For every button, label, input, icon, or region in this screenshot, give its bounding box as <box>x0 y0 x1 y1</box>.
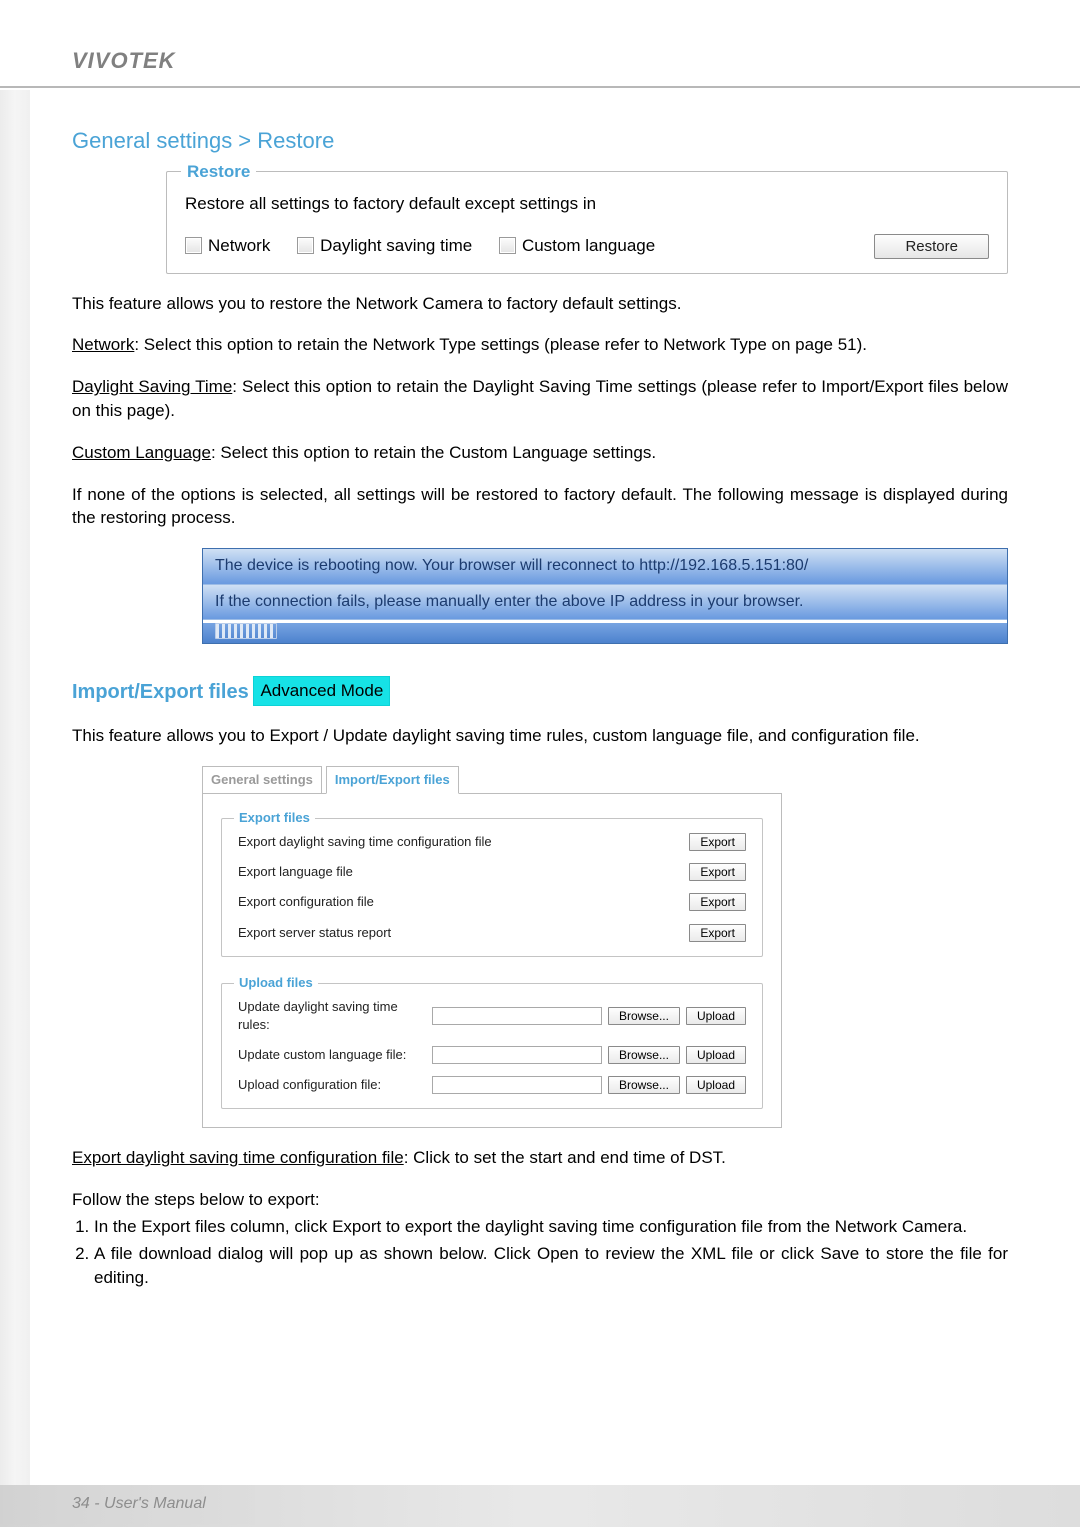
ie-ui: General settings Import/Export files Exp… <box>202 766 782 1129</box>
lang-paragraph: Custom Language: Select this option to r… <box>72 441 1008 465</box>
tab-import-export[interactable]: Import/Export files <box>326 766 459 794</box>
steps-list: In the Export files column, click Export… <box>72 1215 1008 1289</box>
checkbox-lang[interactable]: Custom language <box>499 234 655 258</box>
restore-button[interactable]: Restore <box>874 234 989 259</box>
export-dst-label: Export daylight saving time configuratio… <box>238 833 683 851</box>
advanced-mode-badge: Advanced Mode <box>253 676 390 706</box>
export-lang-button[interactable]: Export <box>689 863 746 881</box>
checkbox-network-label: Network <box>208 236 270 255</box>
upload-config-label: Upload configuration file: <box>238 1076 426 1094</box>
section-heading: General settings > Restore <box>72 126 1008 157</box>
dst-paragraph: Daylight Saving Time: Select this option… <box>72 375 1008 423</box>
reboot-message: The device is rebooting now. Your browse… <box>202 548 1008 644</box>
export-lang-label: Export language file <box>238 863 683 881</box>
network-paragraph: Network: Select this option to retain th… <box>72 333 1008 357</box>
reboot-progress-icon <box>215 623 277 639</box>
export-legend: Export files <box>234 809 315 827</box>
checkbox-icon <box>185 237 202 254</box>
dst-key: Daylight Saving Time <box>72 377 232 396</box>
export-dst-help-key: Export daylight saving time configuratio… <box>72 1148 404 1167</box>
export-dst-help-rest: : Click to set the start and end time of… <box>404 1148 726 1167</box>
upload-config-browse-button[interactable]: Browse... <box>608 1076 680 1094</box>
restore-legend: Restore <box>181 160 256 184</box>
left-gutter <box>0 90 30 1527</box>
reboot-progress <box>203 623 1007 643</box>
upload-dst-browse-button[interactable]: Browse... <box>608 1007 680 1025</box>
none-paragraph: If none of the options is selected, all … <box>72 483 1008 531</box>
footer-text: 34 - User's Manual <box>0 1485 1080 1523</box>
tab-general[interactable]: General settings <box>202 766 322 794</box>
upload-config-input[interactable] <box>432 1076 602 1094</box>
step-1: In the Export files column, click Export… <box>94 1215 1008 1239</box>
ie-description: This feature allows you to Export / Upda… <box>72 724 1008 748</box>
upload-dst-input[interactable] <box>432 1007 602 1025</box>
export-config-label: Export configuration file <box>238 893 683 911</box>
checkbox-lang-label: Custom language <box>522 236 655 255</box>
upload-dst-label: Update daylight saving time rules: <box>238 998 426 1034</box>
header-divider <box>0 86 1080 88</box>
lang-key: Custom Language <box>72 443 211 462</box>
upload-panel: Upload files Update daylight saving time… <box>221 983 763 1110</box>
checkbox-icon <box>297 237 314 254</box>
checkbox-dst[interactable]: Daylight saving time <box>297 234 472 258</box>
upload-config-upload-button[interactable]: Upload <box>686 1076 746 1094</box>
step-2: A file download dialog will pop up as sh… <box>94 1242 1008 1290</box>
upload-lang-upload-button[interactable]: Upload <box>686 1046 746 1064</box>
checkbox-dst-label: Daylight saving time <box>320 236 472 255</box>
ie-title: Import/Export files <box>72 681 249 703</box>
follow-steps: Follow the steps below to export: <box>72 1188 1008 1212</box>
network-key: Network <box>72 335 134 354</box>
checkbox-network[interactable]: Network <box>185 234 270 258</box>
network-rest: : Select this option to retain the Netwo… <box>134 335 867 354</box>
upload-lang-browse-button[interactable]: Browse... <box>608 1046 680 1064</box>
intro-paragraph: This feature allows you to restore the N… <box>72 292 1008 316</box>
upload-lang-label: Update custom language file: <box>238 1046 426 1064</box>
footer-bar: 34 - User's Manual <box>0 1485 1080 1527</box>
export-config-button[interactable]: Export <box>689 893 746 911</box>
upload-lang-input[interactable] <box>432 1046 602 1064</box>
reboot-line-2: If the connection fails, please manually… <box>203 585 1007 620</box>
export-status-label: Export server status report <box>238 924 683 942</box>
checkbox-icon <box>499 237 516 254</box>
restore-panel: Restore Restore all settings to factory … <box>166 171 1008 274</box>
upload-dst-upload-button[interactable]: Upload <box>686 1007 746 1025</box>
export-dst-help: Export daylight saving time configuratio… <box>72 1146 1008 1170</box>
upload-legend: Upload files <box>234 974 318 992</box>
lang-rest: : Select this option to retain the Custo… <box>211 443 656 462</box>
export-status-button[interactable]: Export <box>689 924 746 942</box>
restore-instructions: Restore all settings to factory default … <box>185 192 989 216</box>
export-dst-button[interactable]: Export <box>689 833 746 851</box>
reboot-line-1: The device is rebooting now. Your browse… <box>203 549 1007 584</box>
export-panel: Export files Export daylight saving time… <box>221 818 763 957</box>
brand: VIVOTEK <box>72 48 176 73</box>
